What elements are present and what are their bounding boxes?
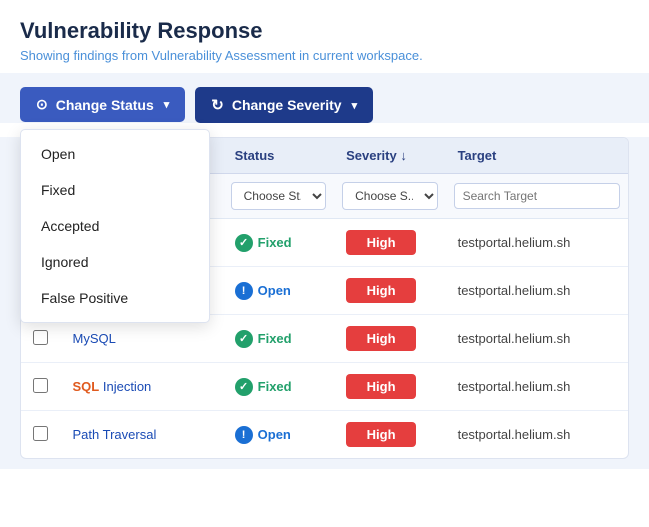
vuln-status-cell: ✓ Fixed	[223, 363, 334, 411]
severity-badge: High	[346, 326, 416, 351]
vuln-severity-cell: High	[334, 363, 445, 411]
change-status-dropdown: ⊙ Change Status ▾ Open Fixed Accepted Ig…	[20, 87, 185, 123]
page-header: Vulnerability Response Showing findings …	[0, 0, 649, 73]
row-checkbox[interactable]	[33, 330, 48, 345]
severity-filter-select[interactable]: Choose S...	[342, 182, 437, 210]
status-option-fixed[interactable]: Fixed	[21, 172, 209, 208]
vuln-severity-cell: High	[334, 411, 445, 459]
col-header-target: Target	[446, 138, 628, 174]
table-row: Path Traversal ! Open High testportal.he…	[21, 411, 628, 459]
refresh-icon: ↻	[211, 96, 224, 114]
status-option-ignored[interactable]: Ignored	[21, 244, 209, 280]
change-status-button[interactable]: ⊙ Change Status ▾	[20, 87, 185, 122]
status-icon: ⊙	[36, 96, 48, 113]
target-filter-input[interactable]	[454, 183, 620, 209]
status-option-accepted[interactable]: Accepted	[21, 208, 209, 244]
status-badge-open: ! Open	[235, 426, 291, 444]
vuln-target-cell: testportal.helium.sh	[446, 363, 628, 411]
status-badge-fixed: ✓ Fixed	[235, 330, 292, 348]
vuln-severity-cell: High	[334, 315, 445, 363]
filter-status-cell: Choose St...	[223, 174, 334, 219]
subtitle-link[interactable]: Vulnerability Assessment	[152, 48, 296, 63]
chevron-down-icon: ▾	[352, 99, 358, 112]
filter-target-cell	[446, 174, 628, 219]
fixed-icon: ✓	[235, 330, 253, 348]
col-header-status: Status	[223, 138, 334, 174]
vuln-name: MySQL	[73, 331, 116, 346]
vuln-status-cell: ✓ Fixed	[223, 219, 334, 267]
status-badge-open: ! Open	[235, 282, 291, 300]
vuln-target-cell: testportal.helium.sh	[446, 315, 628, 363]
toolbar: ⊙ Change Status ▾ Open Fixed Accepted Ig…	[0, 73, 649, 123]
open-icon: !	[235, 282, 253, 300]
severity-badge: High	[346, 278, 416, 303]
fixed-icon: ✓	[235, 378, 253, 396]
vuln-status-cell: ! Open	[223, 411, 334, 459]
page-title: Vulnerability Response	[20, 18, 629, 44]
vuln-target-cell: testportal.helium.sh	[446, 267, 628, 315]
open-icon: !	[235, 426, 253, 444]
status-badge-fixed: ✓ Fixed	[235, 234, 292, 252]
vuln-name-cell: Path Traversal	[61, 411, 223, 459]
highlight-text: SQL	[73, 379, 100, 394]
change-status-label: Change Status	[56, 97, 154, 113]
target-value: testportal.helium.sh	[458, 331, 571, 346]
table-row: SQL Injection ✓ Fixed High testportal.he…	[21, 363, 628, 411]
vuln-name-cell: SQL Injection	[61, 363, 223, 411]
status-option-open[interactable]: Open	[21, 136, 209, 172]
severity-badge: High	[346, 230, 416, 255]
target-value: testportal.helium.sh	[458, 427, 571, 442]
target-value: testportal.helium.sh	[458, 235, 571, 250]
change-severity-label: Change Severity	[232, 97, 342, 113]
vuln-status-cell: ! Open	[223, 267, 334, 315]
vuln-name: SQL Injection	[73, 379, 152, 394]
vuln-status-cell: ✓ Fixed	[223, 315, 334, 363]
target-value: testportal.helium.sh	[458, 379, 571, 394]
status-option-false-positive[interactable]: False Positive	[21, 280, 209, 316]
fixed-icon: ✓	[235, 234, 253, 252]
row-checkbox-cell	[21, 363, 61, 411]
vuln-target-cell: testportal.helium.sh	[446, 411, 628, 459]
status-filter-select[interactable]: Choose St...	[231, 182, 326, 210]
row-checkbox[interactable]	[33, 426, 48, 441]
chevron-down-icon: ▾	[164, 98, 170, 111]
row-checkbox[interactable]	[33, 378, 48, 393]
change-severity-button[interactable]: ↻ Change Severity ▾	[195, 87, 373, 123]
target-value: testportal.helium.sh	[458, 283, 571, 298]
vuln-target-cell: testportal.helium.sh	[446, 219, 628, 267]
filter-severity-cell: Choose S...	[334, 174, 445, 219]
status-badge-fixed: ✓ Fixed	[235, 378, 292, 396]
status-dropdown-menu: Open Fixed Accepted Ignored False Positi…	[20, 129, 210, 323]
col-header-severity: Severity ↓	[334, 138, 445, 174]
vuln-severity-cell: High	[334, 267, 445, 315]
page-subtitle: Showing findings from Vulnerability Asse…	[20, 48, 629, 63]
row-checkbox-cell	[21, 411, 61, 459]
vuln-severity-cell: High	[334, 219, 445, 267]
severity-badge: High	[346, 374, 416, 399]
severity-badge: High	[346, 422, 416, 447]
vuln-name: Path Traversal	[73, 427, 157, 442]
